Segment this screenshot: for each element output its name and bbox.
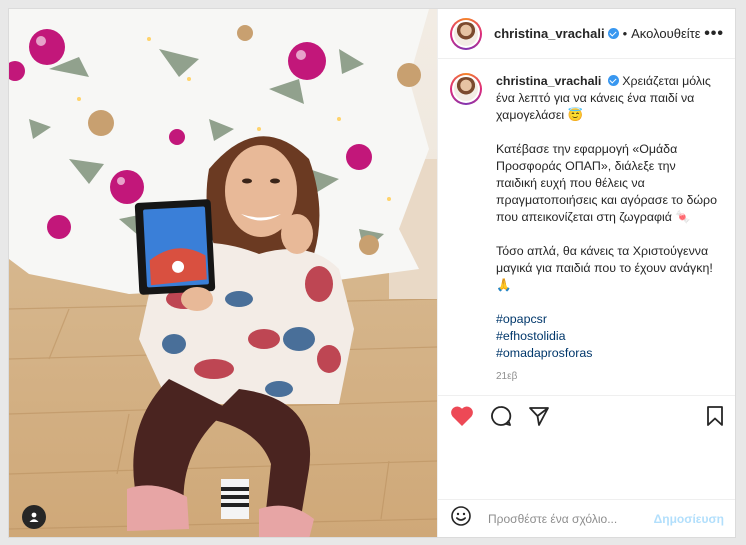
hashtag-link[interactable]: #efhostolidia: [496, 328, 720, 345]
comment-input[interactable]: [486, 510, 650, 527]
timestamp: 21εβ: [496, 371, 518, 382]
caption-line-2: Κατέβασε την εφαρμογή «Ομάδα Προσφοράς Ο…: [496, 142, 717, 224]
heart-filled-icon[interactable]: [450, 405, 474, 427]
post-header: christina_vrachali • Ακολουθείτε •••: [438, 9, 735, 59]
hashtag-link[interactable]: #omadaprosforas: [496, 345, 720, 362]
caption-username[interactable]: christina_vrachali: [496, 74, 601, 88]
hashtag-link[interactable]: #opapcsr: [496, 311, 720, 328]
share-icon[interactable]: [528, 405, 550, 427]
user-tag-icon[interactable]: [22, 505, 46, 529]
header-username[interactable]: christina_vrachali: [494, 26, 605, 41]
smiley-icon[interactable]: [450, 505, 472, 532]
following-button[interactable]: Ακολουθείτε: [631, 26, 700, 41]
add-comment-bar: Δημοσίευση: [438, 499, 735, 537]
more-horizontal-icon[interactable]: •••: [704, 25, 724, 43]
post-photo[interactable]: [9, 9, 437, 537]
hashtags: #opapcsr #efhostolidia #omadaprosforas: [496, 311, 720, 362]
post-modal: christina_vrachali • Ακολουθείτε ••• chr…: [8, 8, 736, 538]
caption-area: christina_vrachali Χρειάζεται μόλις ένα …: [438, 59, 735, 394]
verified-badge-icon: [607, 75, 619, 86]
comment-icon[interactable]: [490, 405, 512, 427]
caption-line-3: Τόσο απλά, θα κάνεις τα Χριστούγεννα μαγ…: [496, 244, 713, 292]
woman-with-tablet: [127, 136, 354, 537]
action-bar: [438, 395, 735, 435]
post-sidebar: christina_vrachali • Ακολουθείτε ••• chr…: [437, 9, 735, 537]
tablet: [134, 199, 216, 295]
bookmark-icon[interactable]: [706, 405, 724, 427]
caption-avatar[interactable]: [450, 73, 482, 105]
avatar[interactable]: [450, 17, 482, 50]
post-comment-button[interactable]: Δημοσίευση: [654, 512, 724, 526]
verified-badge-icon: [607, 28, 619, 39]
separator: •: [622, 26, 628, 41]
caption-text: christina_vrachali Χρειάζεται μόλις ένα …: [496, 73, 720, 394]
